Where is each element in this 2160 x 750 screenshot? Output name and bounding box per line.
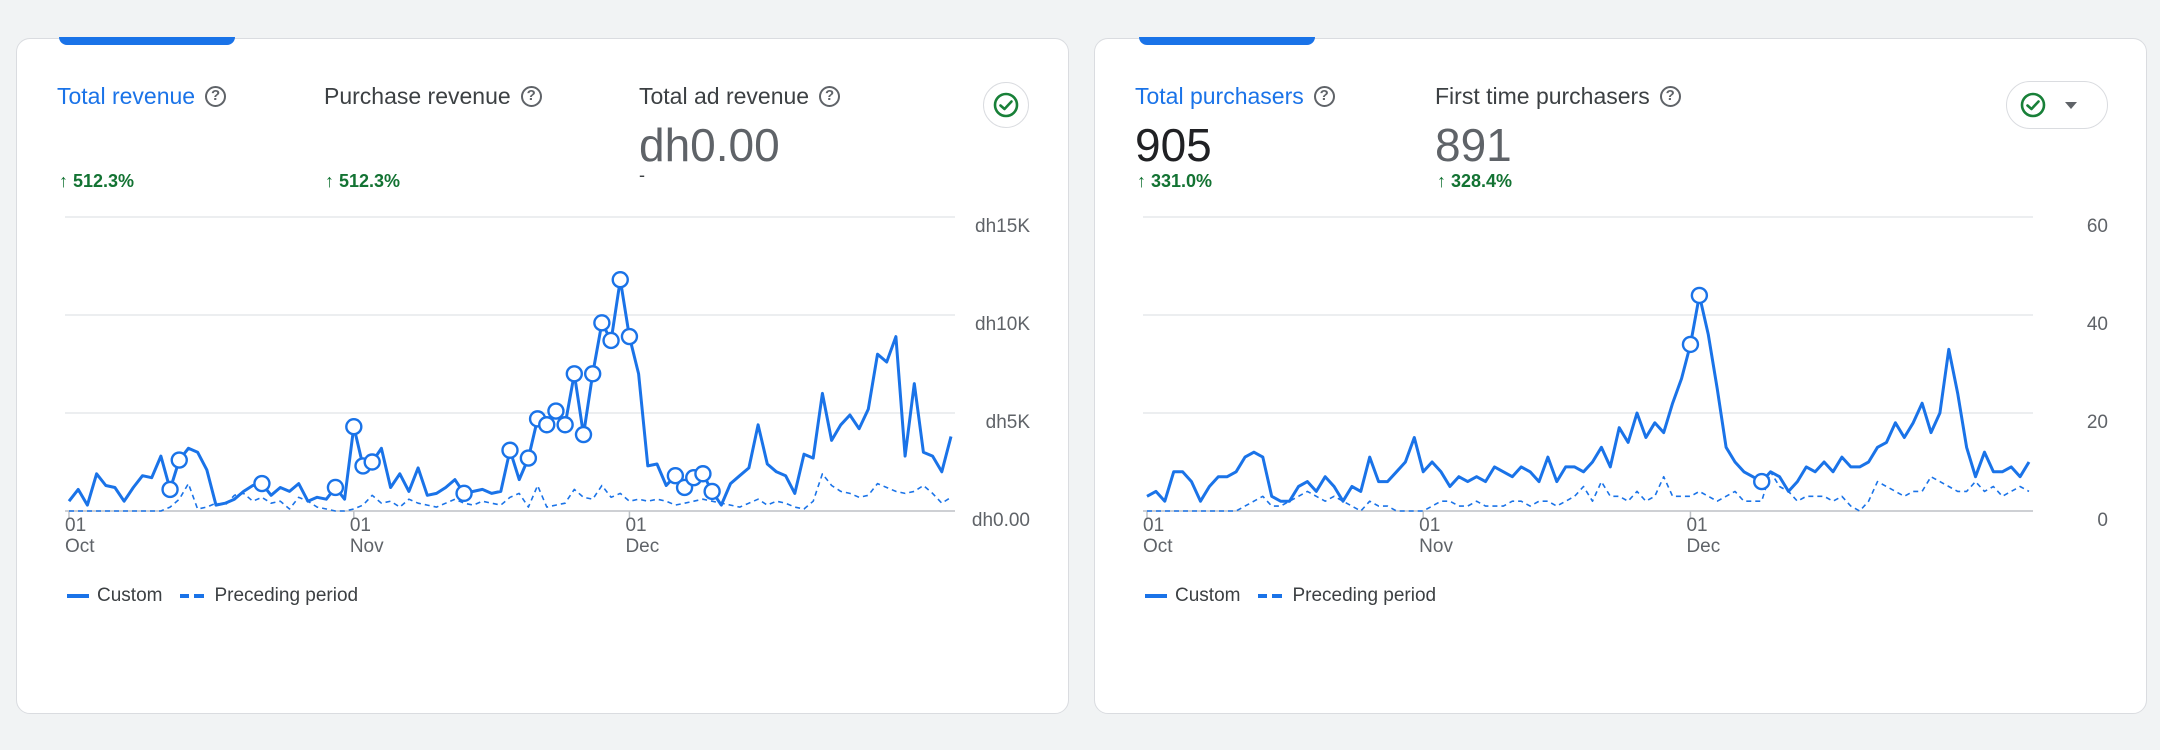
legend-item-custom: Custom [97, 585, 163, 606]
annotation-marker [1690, 286, 1709, 305]
y-tick-label: 40 [2087, 314, 2108, 335]
legend-dashed-swatch [180, 594, 205, 598]
annotation-marker [694, 465, 712, 483]
purchasers-card: Total purchasers ? 905 ↑ 331.0% First ti… [1094, 37, 2147, 714]
annotation-marker [703, 482, 721, 501]
annotation-marker [1753, 472, 1771, 491]
annotation-marker [556, 416, 574, 434]
x-tick-label: Nov [350, 536, 384, 557]
annotation-marker [326, 478, 345, 497]
x-tick-label: Oct [1143, 536, 1173, 557]
annotation-marker [455, 484, 473, 503]
legend-dashed-swatch [1258, 594, 1283, 598]
x-tick-label: Oct [65, 536, 95, 557]
x-tick-label: 01 [350, 515, 371, 536]
legend-solid-swatch [1145, 594, 1167, 598]
annotation-marker [574, 425, 593, 444]
x-tick-label: 01 [65, 515, 86, 536]
revenue-card: Total revenue ? ↑ 512.3% Purchase revenu… [16, 37, 1069, 714]
y-tick-label: 0 [2097, 510, 2108, 531]
revenue-line-chart: dh0.00dh5Kdh10Kdh15K01Oct01Nov01Dec [65, 216, 1031, 557]
y-tick-label: dh0.00 [972, 510, 1030, 531]
x-tick-label: 01 [625, 515, 646, 536]
x-tick-label: 01 [1419, 515, 1440, 536]
y-tick-label: 60 [2087, 216, 2108, 237]
annotation-marker [161, 480, 179, 499]
annotation-marker [1681, 335, 1700, 354]
x-tick-label: Dec [1686, 536, 1720, 557]
annotation-marker [253, 474, 271, 493]
legend-item-custom: Custom [1175, 585, 1241, 606]
annotation-marker [565, 365, 584, 383]
legend-item-preceding: Preceding period [1292, 585, 1437, 606]
annotation-marker [620, 327, 639, 346]
annotation-marker [583, 365, 602, 383]
annotation-marker [170, 451, 188, 469]
legend-item-preceding: Preceding period [214, 585, 359, 606]
y-tick-label: dh15K [975, 216, 1030, 237]
chart-legend: Custom Preceding period [1145, 585, 1436, 607]
annotation-marker [363, 453, 381, 471]
y-tick-label: dh10K [975, 314, 1030, 335]
y-tick-label: dh5K [986, 412, 1031, 433]
annotation-marker [519, 449, 538, 467]
purchasers-line-chart: 020406001Oct01Nov01Dec [1143, 216, 2108, 557]
legend-solid-swatch [67, 594, 89, 598]
annotation-marker [538, 416, 556, 434]
annotation-marker [501, 441, 519, 459]
annotation-marker [547, 402, 565, 420]
series-line-preceding [69, 472, 952, 512]
annotation-marker [602, 331, 620, 350]
x-tick-label: 01 [1143, 515, 1164, 536]
x-tick-label: Dec [625, 536, 659, 557]
x-tick-label: Nov [1419, 536, 1453, 557]
x-tick-label: 01 [1686, 515, 1707, 536]
annotation-marker [611, 271, 629, 289]
series-line-custom [67, 278, 953, 507]
series-line-custom [1146, 293, 2031, 503]
y-tick-label: 20 [2087, 412, 2108, 433]
annotation-marker [593, 314, 611, 332]
series-line-preceding [1147, 470, 2030, 512]
chart-legend: Custom Preceding period [67, 585, 358, 607]
annotation-marker [345, 418, 363, 436]
